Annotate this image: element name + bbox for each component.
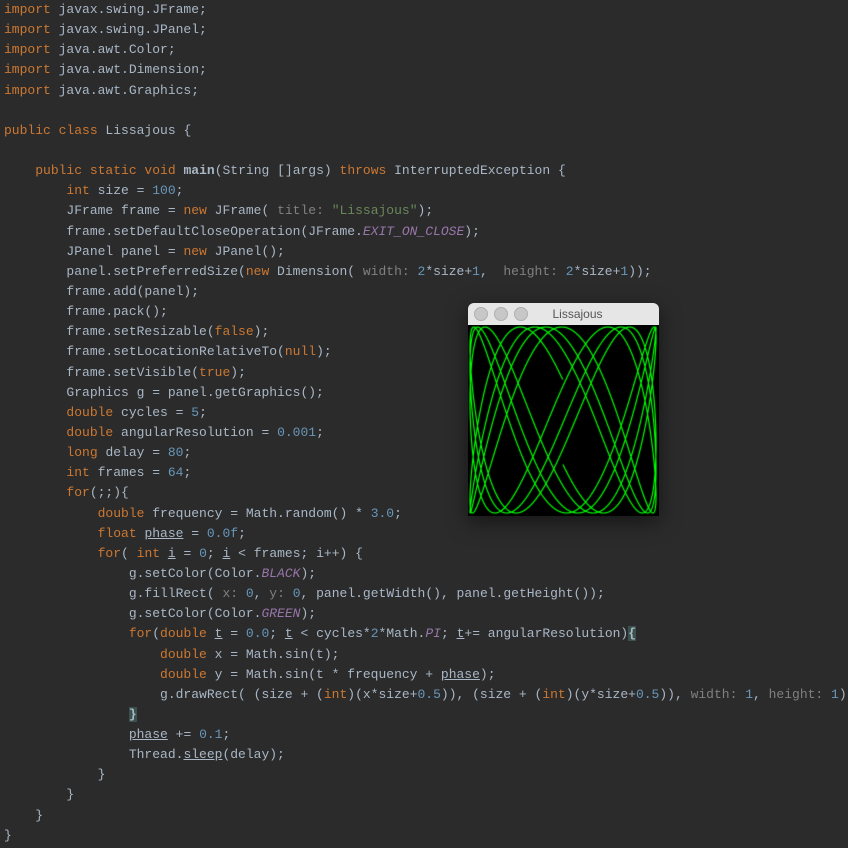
zoom-icon[interactable]	[514, 307, 528, 321]
code-editor[interactable]: import javax.swing.JFrame; import javax.…	[0, 0, 848, 846]
app-window[interactable]: Lissajous	[468, 303, 659, 516]
lissajous-canvas	[468, 325, 659, 516]
minimize-icon[interactable]	[494, 307, 508, 321]
titlebar[interactable]: Lissajous	[468, 303, 659, 325]
close-icon[interactable]	[474, 307, 488, 321]
window-title: Lissajous	[534, 305, 621, 324]
